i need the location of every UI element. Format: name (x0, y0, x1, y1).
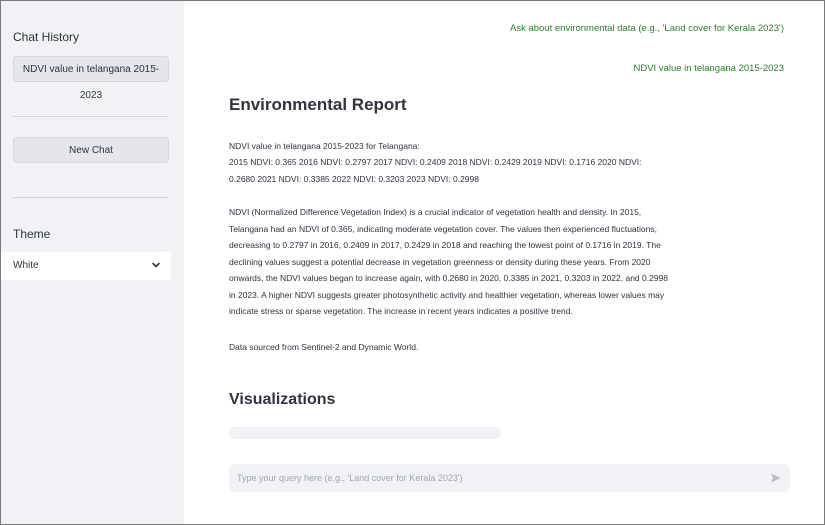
theme-selected-value: White (13, 260, 39, 271)
report-description: NDVI (Normalized Difference Vegetation I… (229, 207, 669, 316)
report-title: Environmental Report (229, 95, 407, 114)
theme-heading: Theme (13, 227, 51, 241)
chat-input-container (229, 464, 790, 492)
report-heading-line: NDVI value in telangana 2015-2023 for Te… (229, 141, 420, 151)
new-chat-button[interactable]: New Chat (13, 137, 169, 163)
visualizations-title: Visualizations (229, 391, 336, 408)
sidebar: Chat History NDVI value in telangana 201… (1, 1, 184, 524)
user-query-message: NDVI value in telangana 2015-2023 (633, 63, 784, 74)
sidebar-divider (13, 116, 169, 117)
chat-history-heading: Chat History (13, 30, 80, 44)
sidebar-divider (13, 197, 169, 198)
visualization-placeholder (229, 427, 501, 439)
history-item-button[interactable]: NDVI value in telangana 2015-2023 (13, 56, 169, 101)
main-content: Ask about environmental data (e.g., 'Lan… (184, 1, 824, 524)
report-source: Data sourced from Sentinel-2 and Dynamic… (229, 342, 419, 352)
assistant-prompt-message: Ask about environmental data (e.g., 'Lan… (509, 23, 784, 34)
report-ndvi-values: 2015 NDVI: 0.365 2016 NDVI: 0.2797 2017 … (229, 157, 642, 184)
chat-input[interactable] (237, 464, 757, 492)
app-window: Chat History NDVI value in telangana 201… (0, 0, 825, 525)
theme-select[interactable]: White (1, 252, 171, 280)
chevron-down-icon (152, 262, 160, 268)
send-icon[interactable] (770, 472, 782, 484)
